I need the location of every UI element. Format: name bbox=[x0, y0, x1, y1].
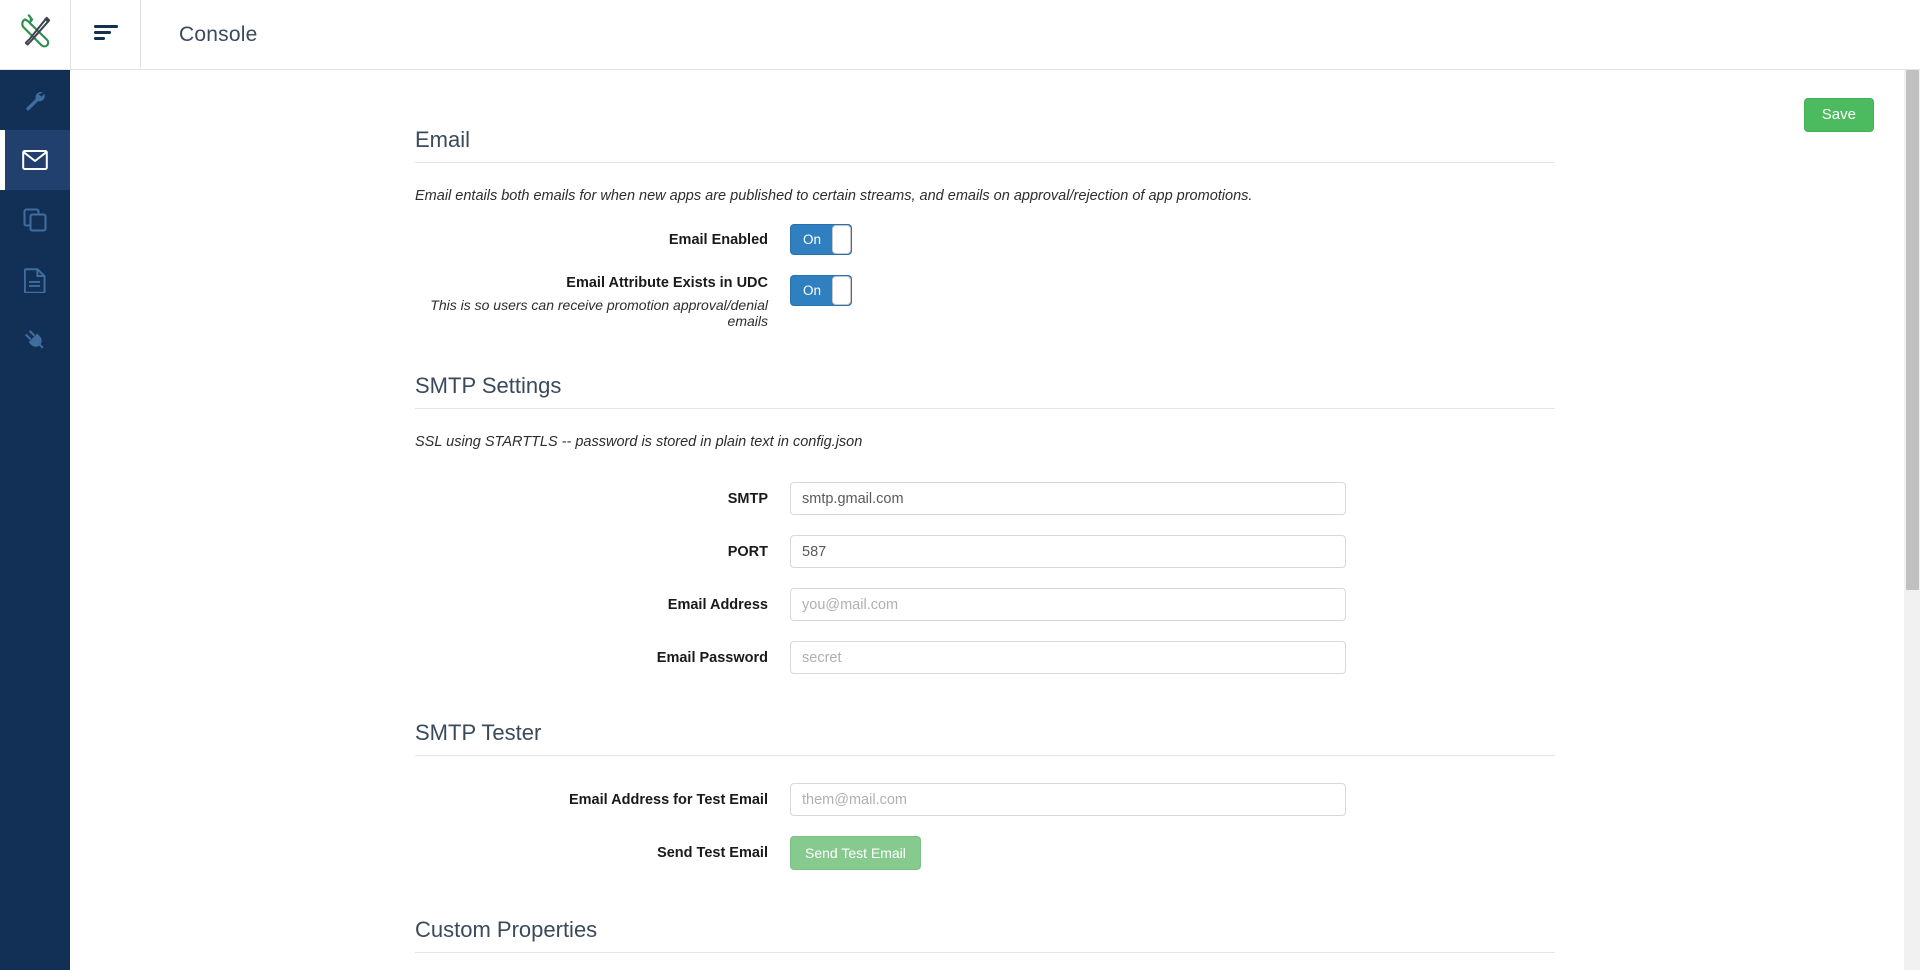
menu-toggle-button[interactable] bbox=[70, 0, 140, 69]
vertical-scrollbar-thumb[interactable] bbox=[1906, 70, 1919, 590]
label-smtp-host: SMTP bbox=[727, 490, 768, 507]
section-heading-email: Email bbox=[415, 127, 1555, 163]
row-test-email: Email Address for Test Email bbox=[415, 783, 1615, 816]
label-udc: Email Attribute Exists in UDC bbox=[566, 275, 768, 291]
copy-icon bbox=[23, 208, 47, 232]
page-title: Console bbox=[179, 22, 258, 46]
sidebar-item-duplicate[interactable] bbox=[0, 190, 70, 250]
email-address-input[interactable] bbox=[790, 588, 1346, 621]
sidebar bbox=[0, 70, 70, 970]
vertical-scrollbar-track[interactable] bbox=[1904, 70, 1920, 970]
row-email-address: Email Address bbox=[415, 588, 1615, 621]
label-email-address: Email Address bbox=[667, 596, 768, 613]
row-send-test-email: Send Test Email Send Test Email bbox=[415, 836, 1615, 870]
toggle-udc[interactable]: On bbox=[790, 275, 852, 306]
test-email-input[interactable] bbox=[790, 783, 1346, 816]
row-udc: Email Attribute Exists in UDC This is so… bbox=[415, 275, 1615, 329]
email-password-input[interactable] bbox=[790, 641, 1346, 674]
row-email-password: Email Password bbox=[415, 641, 1615, 674]
save-button[interactable]: Save bbox=[1803, 98, 1874, 132]
toggle-udc-state: On bbox=[803, 283, 822, 298]
sidebar-item-documents[interactable] bbox=[0, 250, 70, 310]
envelope-icon bbox=[22, 149, 48, 171]
section-heading-tester: SMTP Tester bbox=[415, 720, 1555, 756]
send-test-email-button[interactable]: Send Test Email bbox=[790, 836, 921, 870]
row-email-enabled: Email Enabled On bbox=[415, 224, 1615, 255]
smtp-host-input[interactable] bbox=[790, 482, 1346, 515]
top-bar: Console bbox=[0, 0, 1920, 70]
page-title-container: Console bbox=[140, 0, 257, 69]
row-smtp-port: PORT bbox=[415, 535, 1615, 568]
section-description-email: Email entails both emails for when new a… bbox=[415, 188, 1253, 204]
app-logo[interactable] bbox=[0, 0, 70, 69]
section-heading-custom: Custom Properties bbox=[415, 917, 1555, 953]
note-udc: This is so users can receive promotion a… bbox=[430, 297, 768, 329]
smtp-port-input[interactable] bbox=[790, 535, 1346, 568]
tools-wrench-screwdriver-icon bbox=[15, 12, 55, 57]
label-test-email: Email Address for Test Email bbox=[568, 791, 768, 808]
plug-icon bbox=[23, 328, 47, 352]
section-heading-smtp: SMTP Settings bbox=[415, 373, 1555, 409]
toggle-knob bbox=[832, 276, 851, 305]
wrench-icon bbox=[23, 88, 47, 112]
main-content: Save Email Email entails both emails for… bbox=[70, 70, 1906, 970]
row-smtp-host: SMTP bbox=[415, 482, 1615, 515]
label-email-password: Email Password bbox=[656, 649, 768, 666]
toggle-email-enabled[interactable]: On bbox=[790, 224, 852, 255]
section-description-smtp: SSL using STARTTLS -- password is stored… bbox=[415, 434, 863, 450]
toggle-knob bbox=[832, 225, 851, 254]
settings-form: Email Email entails both emails for when… bbox=[415, 70, 1615, 970]
toggle-email-enabled-state: On bbox=[803, 232, 822, 247]
sidebar-item-email[interactable] bbox=[0, 130, 70, 190]
document-icon bbox=[24, 267, 46, 293]
align-left-icon bbox=[93, 23, 119, 46]
sidebar-item-settings[interactable] bbox=[0, 70, 70, 130]
sidebar-item-connections[interactable] bbox=[0, 310, 70, 370]
label-smtp-port: PORT bbox=[727, 543, 768, 560]
label-email-enabled: Email Enabled bbox=[668, 231, 768, 248]
label-send-test-email: Send Test Email bbox=[657, 845, 768, 861]
